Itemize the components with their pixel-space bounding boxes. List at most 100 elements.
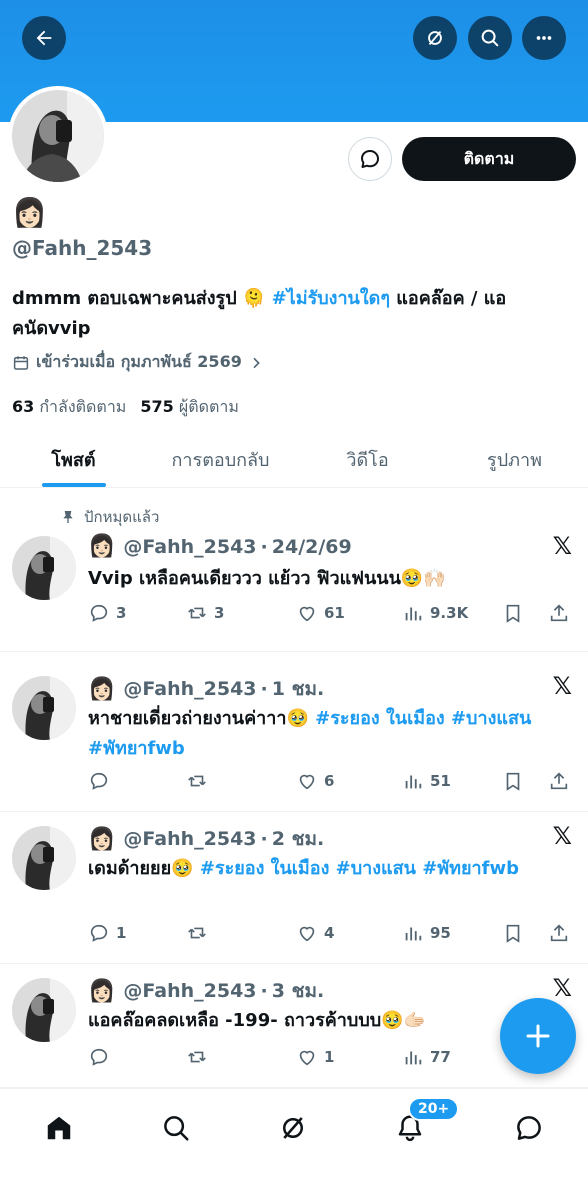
post-time[interactable]: 2 ชม. <box>272 824 324 854</box>
bookmark-icon <box>506 604 520 623</box>
post-time[interactable]: 3 ชม. <box>272 976 324 1006</box>
nav-messages[interactable] <box>504 1103 554 1153</box>
repost-icon <box>188 775 206 787</box>
bookmark-icon <box>506 924 520 943</box>
bookmark-button[interactable] <box>502 770 548 792</box>
repost-button[interactable]: 3 <box>186 602 296 624</box>
views-button[interactable]: 77 <box>402 1046 502 1068</box>
nav-home[interactable] <box>34 1103 84 1153</box>
post-time[interactable]: 1 ชม. <box>272 674 324 704</box>
post-item[interactable]: 👩🏻 @Fahh_2543 · 2 ชม. 𝕏 เดมด้ายยย🥹 #ระยอง … <box>0 812 588 964</box>
profile-handle: @Fahh_2543 <box>12 236 153 260</box>
views-chart-icon <box>405 927 422 941</box>
author-handle[interactable]: @Fahh_2543 <box>123 536 256 558</box>
repost-button[interactable] <box>186 922 296 944</box>
post-header: 👩🏻 @Fahh_2543 · 2 ชม. <box>88 824 324 854</box>
x-logo-icon: 𝕏 <box>552 672 572 700</box>
message-button[interactable] <box>348 137 392 181</box>
following-label: กำลังติดตาม <box>39 397 127 416</box>
views-button[interactable]: 95 <box>402 922 502 944</box>
nav-grok[interactable] <box>268 1103 318 1153</box>
reply-icon <box>90 604 108 622</box>
joined-label: เข้าร่วมเมื่อ กุมภาพันธ์ 2569 <box>36 352 242 371</box>
bookmark-button[interactable] <box>502 922 548 944</box>
post-time[interactable]: 24/2/69 <box>272 536 352 558</box>
views-button[interactable]: 9.3K <box>402 602 502 624</box>
follow-button[interactable]: ติดตาม <box>402 137 576 181</box>
like-button[interactable]: 1 <box>296 1046 402 1068</box>
share-button[interactable] <box>548 770 570 792</box>
post-item[interactable]: 👩🏻 @Fahh_2543 · 3 ชม. 𝕏 แอคล๊อคลดเหลือ -19… <box>0 964 588 1088</box>
repost-button[interactable] <box>186 1046 296 1068</box>
post-text: Vvip เหลือคนเดียววว แย้วว ฟิวแฟนนน🥹🙌🏻 <box>88 564 568 594</box>
reply-count: 3 <box>116 604 127 622</box>
post-text: แอคล๊อคลดเหลือ -199- ถาวรค้าบบบ🥹🫱🏻 <box>88 1006 568 1036</box>
more-options-button[interactable] <box>522 16 566 60</box>
x-logo-icon: 𝕏 <box>552 822 572 850</box>
views-button[interactable]: 51 <box>402 770 502 792</box>
author-name[interactable]: 👩🏻 <box>88 979 115 1004</box>
grok-icon <box>428 30 442 46</box>
profile-avatar[interactable] <box>8 86 108 186</box>
author-name[interactable]: 👩🏻 <box>88 677 115 702</box>
post-avatar[interactable] <box>12 826 76 890</box>
tab-photos[interactable]: รูปภาพ <box>441 432 588 487</box>
heart-icon <box>299 1050 315 1066</box>
post-hashtags[interactable]: #ระยอง ในเมือง #บางแสน #พัทยาfwb <box>200 858 519 879</box>
author-name[interactable]: 👩🏻 <box>88 534 115 559</box>
grok-button[interactable] <box>413 16 457 60</box>
following-link[interactable]: 63 กำลังติดตาม <box>12 395 126 420</box>
like-button[interactable]: 6 <box>296 770 402 792</box>
bio-hashtag[interactable]: #ไม่รับงานใดๆ <box>272 288 390 309</box>
views-chart-icon <box>405 1051 422 1065</box>
heart-icon <box>299 606 315 622</box>
reply-icon <box>90 924 108 942</box>
reply-button[interactable] <box>88 1046 186 1068</box>
search-button[interactable] <box>468 16 512 60</box>
tab-posts[interactable]: โพสต์ <box>0 432 147 487</box>
post-item[interactable]: 👩🏻 @Fahh_2543 · 24/2/69 𝕏 Vvip เหลือคนเดีย… <box>0 490 588 652</box>
post-actions: 1 4 95 <box>88 918 578 948</box>
share-button[interactable] <box>548 602 570 624</box>
reply-button[interactable]: 3 <box>88 602 186 624</box>
author-name[interactable]: 👩🏻 <box>88 827 115 852</box>
heart-icon <box>299 774 315 790</box>
author-handle[interactable]: @Fahh_2543 <box>123 980 256 1002</box>
view-count: 51 <box>430 772 451 790</box>
tab-videos[interactable]: วิดีโอ <box>294 432 441 487</box>
bookmark-button[interactable] <box>502 602 548 624</box>
post-avatar[interactable] <box>12 536 76 600</box>
post-header: 👩🏻 @Fahh_2543 · 24/2/69 <box>88 534 352 559</box>
nav-search[interactable] <box>151 1103 201 1153</box>
followers-link[interactable]: 575 ผู้ติดตาม <box>140 395 239 420</box>
share-button[interactable] <box>548 922 570 944</box>
author-handle[interactable]: @Fahh_2543 <box>123 678 256 700</box>
share-icon <box>550 604 568 622</box>
arrow-left-icon <box>36 30 52 46</box>
repost-button[interactable] <box>186 770 296 792</box>
like-count: 6 <box>324 772 335 790</box>
reply-button[interactable]: 1 <box>88 922 186 944</box>
post-text-body: หาชายเดี่ยวถ่ายงานค่าาา🥹 <box>88 708 316 729</box>
post-item[interactable]: 👩🏻 @Fahh_2543 · 1 ชม. 𝕏 หาชายเดี่ยวถ่ายงาน… <box>0 652 588 812</box>
reply-icon <box>90 772 108 790</box>
post-avatar[interactable] <box>12 676 76 740</box>
like-count: 4 <box>324 924 335 942</box>
repost-icon <box>188 607 206 619</box>
back-button[interactable] <box>22 16 66 60</box>
like-button[interactable]: 61 <box>296 602 402 624</box>
following-count: 63 <box>12 397 35 416</box>
like-button[interactable]: 4 <box>296 922 402 944</box>
joined-date[interactable]: เข้าร่วมเมื่อ กุมภาพันธ์ 2569 <box>12 350 264 375</box>
bookmark-icon <box>506 772 520 791</box>
share-icon <box>550 924 568 942</box>
post-avatar[interactable] <box>12 978 76 1042</box>
tab-replies[interactable]: การตอบกลับ <box>147 432 294 487</box>
compose-post-button[interactable] <box>500 998 576 1074</box>
reply-button[interactable] <box>88 770 186 792</box>
author-handle[interactable]: @Fahh_2543 <box>123 828 256 850</box>
post-text: เดมด้ายยย🥹 #ระยอง ในเมือง #บางแสน #พัทยา… <box>88 854 568 884</box>
follow-stats: 63 กำลังติดตาม 575 ผู้ติดตาม <box>12 395 239 420</box>
post-header: 👩🏻 @Fahh_2543 · 3 ชม. <box>88 976 324 1006</box>
post-actions: 6 51 <box>88 766 578 796</box>
